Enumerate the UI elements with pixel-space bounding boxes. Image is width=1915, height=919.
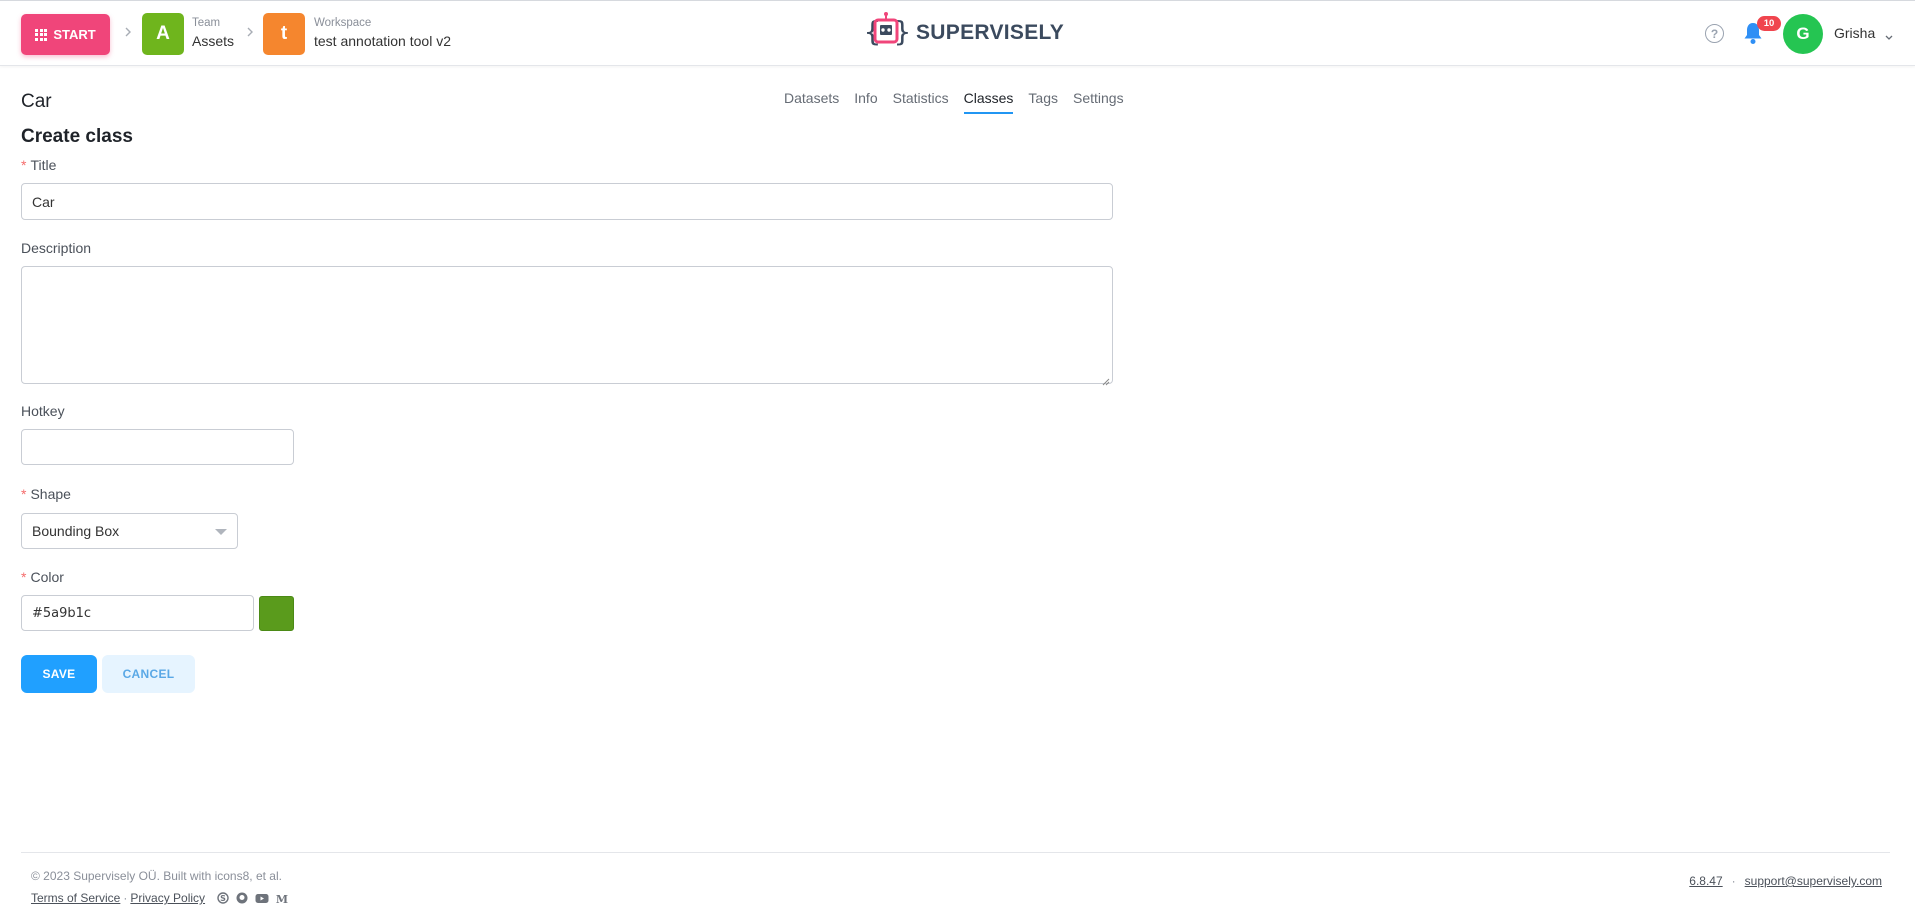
version-link[interactable]: 6.8.47 — [1689, 874, 1722, 888]
chevron-down-icon[interactable] — [1884, 28, 1894, 46]
project-title: Car — [21, 91, 52, 112]
chevron-right-icon — [124, 25, 132, 41]
footer-separator: · — [1731, 874, 1736, 888]
robot-logo-icon: { } — [864, 11, 911, 56]
skype-icon[interactable]: S — [217, 892, 229, 904]
tab-classes[interactable]: Classes — [963, 88, 1014, 114]
tab-info[interactable]: Info — [854, 88, 877, 114]
notification-badge: 10 — [1757, 16, 1781, 31]
tab-settings[interactable]: Settings — [1073, 88, 1124, 114]
footer-separator: · — [123, 891, 128, 905]
start-label: START — [53, 27, 96, 42]
title-label: * Title — [21, 157, 57, 173]
team-avatar[interactable]: A — [142, 13, 184, 55]
description-textarea[interactable] — [21, 266, 1113, 386]
github-icon[interactable] — [236, 892, 248, 904]
color-swatch[interactable] — [259, 596, 294, 631]
color-label: * Color — [21, 569, 64, 585]
grid-icon — [35, 28, 48, 41]
shape-value: Bounding Box — [32, 523, 120, 539]
footer-divider — [21, 852, 1890, 853]
hotkey-label: Hotkey — [21, 403, 65, 419]
support-email-link[interactable]: support@supervisely.com — [1745, 874, 1882, 888]
social-links: S M — [217, 892, 288, 904]
resize-grip-icon[interactable] — [1102, 373, 1110, 386]
tab-datasets[interactable]: Datasets — [784, 88, 839, 114]
medium-icon[interactable]: M — [276, 893, 288, 904]
shape-select[interactable]: Bounding Box — [21, 513, 238, 549]
section-title: Create class — [21, 126, 133, 147]
hotkey-input[interactable] — [21, 429, 294, 465]
svg-text:M: M — [276, 893, 288, 904]
privacy-link[interactable]: Privacy Policy — [130, 891, 205, 905]
user-name[interactable]: Grisha — [1834, 25, 1875, 41]
workspace-avatar[interactable]: t — [263, 13, 305, 55]
user-avatar[interactable]: G — [1783, 14, 1823, 54]
start-button[interactable]: START — [21, 14, 110, 55]
footer-links: Terms of Service · Privacy Policy S M — [31, 891, 288, 905]
terms-link[interactable]: Terms of Service — [31, 891, 120, 905]
workspace-caption: Workspace — [314, 17, 372, 29]
logo-text: SUPERVISELY — [916, 21, 1065, 44]
chevron-right-icon — [246, 25, 254, 41]
supervisely-logo[interactable]: { } SUPERVISELY — [864, 11, 1065, 56]
cancel-button[interactable]: CANCEL — [102, 655, 195, 693]
svg-text:S: S — [220, 894, 226, 903]
team-name-link[interactable]: Assets — [192, 33, 234, 49]
title-input[interactable]: Car — [21, 183, 1113, 220]
footer-copyright: © 2023 Supervisely OÜ. Built with icons8… — [31, 869, 282, 883]
top-header: START A Team Assets t Workspace test ann… — [0, 0, 1915, 66]
caret-down-icon — [215, 529, 227, 535]
save-button[interactable]: SAVE — [21, 655, 97, 693]
tab-statistics[interactable]: Statistics — [893, 88, 949, 114]
team-caption: Team — [192, 17, 221, 29]
project-tabs: Datasets Info Statistics Classes Tags Se… — [784, 88, 1139, 114]
shape-label: * Shape — [21, 486, 71, 502]
help-icon[interactable]: ? — [1705, 24, 1724, 43]
description-label: Description — [21, 240, 92, 256]
color-input[interactable]: #5a9b1c — [21, 595, 254, 631]
youtube-icon[interactable] — [255, 893, 269, 904]
footer-right: 6.8.47 · support@supervisely.com — [1689, 874, 1882, 888]
tab-tags[interactable]: Tags — [1028, 88, 1058, 114]
workspace-name-link[interactable]: test annotation tool v2 — [314, 33, 451, 49]
